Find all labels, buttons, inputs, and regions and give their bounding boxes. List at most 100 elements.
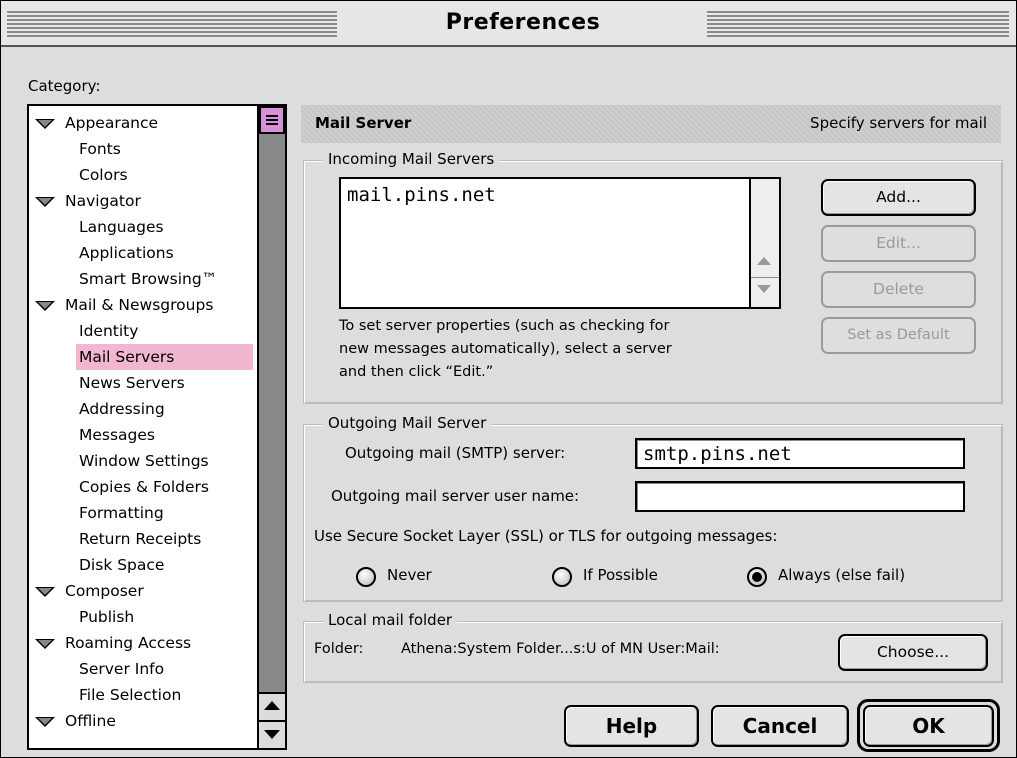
radio-always-label[interactable]: Always (else fail) xyxy=(778,566,905,584)
radio-always[interactable] xyxy=(747,567,767,587)
outgoing-legend: Outgoing Mail Server xyxy=(323,414,492,432)
title-bar[interactable]: Preferences xyxy=(1,1,1016,47)
category-item-label: Navigator xyxy=(65,192,141,210)
radio-if-possible[interactable] xyxy=(552,567,572,587)
smtp-server-field[interactable]: smtp.pins.net xyxy=(635,438,965,469)
category-item-label: News Servers xyxy=(79,374,185,392)
category-item-label: Window Settings xyxy=(79,452,209,470)
panel-subtitle: Specify servers for mail xyxy=(810,114,987,132)
radio-never-label[interactable]: Never xyxy=(387,566,432,584)
category-item[interactable]: Publish xyxy=(29,604,255,630)
category-item[interactable]: Messages xyxy=(29,422,255,448)
disclosure-triangle-icon[interactable] xyxy=(35,717,55,727)
incoming-help-line-2: new messages automatically), select a se… xyxy=(339,341,672,357)
category-item-label: Addressing xyxy=(79,400,165,418)
category-item-label: Composer xyxy=(65,582,144,600)
category-item[interactable]: News Servers xyxy=(29,370,255,396)
title-stripes-left xyxy=(7,9,337,37)
category-item[interactable]: Mail & Newsgroups xyxy=(29,292,255,318)
category-item[interactable]: Window Settings xyxy=(29,448,255,474)
category-item[interactable]: Formatting xyxy=(29,500,255,526)
category-item[interactable]: Disk Space xyxy=(29,552,255,578)
category-item[interactable]: Mail Servers xyxy=(29,344,255,370)
incoming-help-line-1: To set server properties (such as checki… xyxy=(339,318,670,334)
category-item-label: Appearance xyxy=(65,114,159,132)
category-item[interactable]: Composer xyxy=(29,578,255,604)
arrow-down-icon xyxy=(264,730,280,739)
folder-path: Athena:System Folder...s:U of MN User:Ma… xyxy=(401,641,720,657)
incoming-legend: Incoming Mail Servers xyxy=(323,150,500,168)
server-list-item[interactable]: mail.pins.net xyxy=(347,184,496,206)
category-item-label: Applications xyxy=(79,244,174,262)
category-item[interactable]: Copies & Folders xyxy=(29,474,255,500)
disclosure-triangle-icon[interactable] xyxy=(35,119,55,129)
category-item-label: Messages xyxy=(79,426,156,444)
category-item-label: Publish xyxy=(79,608,135,626)
category-item-label: Roaming Access xyxy=(65,634,192,652)
category-item[interactable]: Return Receipts xyxy=(29,526,255,552)
category-items: Appearance Fonts Colors Navigator Languages A… xyxy=(29,110,255,734)
category-item[interactable]: Smart Browsing™ xyxy=(29,266,255,292)
preferences-window: Preferences Category: Appearance Fonts Col… xyxy=(0,0,1017,758)
disclosure-triangle-icon[interactable] xyxy=(35,587,55,597)
scroll-thumb[interactable] xyxy=(259,106,285,134)
disclosure-triangle-icon[interactable] xyxy=(35,639,55,649)
category-item-label: Mail & Newsgroups xyxy=(65,296,214,314)
category-item[interactable]: File Selection xyxy=(29,682,255,708)
category-item[interactable]: Identity xyxy=(29,318,255,344)
smtp-label: Outgoing mail (SMTP) server: xyxy=(345,444,566,462)
panel-title: Mail Server xyxy=(315,114,412,132)
category-item-label: Disk Space xyxy=(79,556,165,574)
ssl-label: Use Secure Socket Layer (SSL) or TLS for… xyxy=(314,527,778,545)
category-item-label: Formatting xyxy=(79,504,164,522)
delete-button[interactable]: Delete xyxy=(821,271,976,308)
category-scrollbar[interactable] xyxy=(257,106,285,748)
category-item[interactable]: Offline xyxy=(29,708,255,734)
category-item-label: Languages xyxy=(79,218,164,236)
radio-if-possible-label[interactable]: If Possible xyxy=(583,566,658,584)
local-folder-legend: Local mail folder xyxy=(323,611,458,629)
category-item-label: Return Receipts xyxy=(79,530,202,548)
arrow-up-icon xyxy=(264,701,280,710)
category-label: Category: xyxy=(28,77,101,95)
category-item-label: Identity xyxy=(79,322,139,340)
category-item[interactable]: Colors xyxy=(29,162,255,188)
category-item[interactable]: Roaming Access xyxy=(29,630,255,656)
incoming-help-line-3: and then click “Edit.” xyxy=(339,364,494,380)
choose-folder-button[interactable]: Choose... xyxy=(838,634,988,671)
edit-button[interactable]: Edit... xyxy=(821,225,976,262)
arrow-down-icon[interactable] xyxy=(757,285,771,293)
category-item-label: Smart Browsing™ xyxy=(79,270,218,288)
category-item[interactable]: Appearance xyxy=(29,110,255,136)
category-item-label: Colors xyxy=(79,166,128,184)
add-button[interactable]: Add... xyxy=(821,179,976,216)
scroll-down-button[interactable] xyxy=(259,720,285,748)
title-stripes-right xyxy=(707,9,1009,37)
server-list-scrollbar[interactable] xyxy=(749,179,779,307)
category-item-label: Offline xyxy=(65,712,116,730)
folder-label: Folder: xyxy=(314,641,364,657)
cancel-button[interactable]: Cancel xyxy=(711,705,849,747)
incoming-server-list[interactable]: mail.pins.net xyxy=(339,177,781,309)
category-list[interactable]: Appearance Fonts Colors Navigator Languages A… xyxy=(27,104,287,750)
category-item-label: File Selection xyxy=(79,686,182,704)
set-default-button[interactable]: Set as Default xyxy=(821,317,976,354)
category-item[interactable]: Applications xyxy=(29,240,255,266)
category-item[interactable]: Navigator xyxy=(29,188,255,214)
category-item-label: Fonts xyxy=(79,140,121,158)
arrow-up-icon[interactable] xyxy=(757,257,771,265)
category-item[interactable]: Server Info xyxy=(29,656,255,682)
help-button[interactable]: Help xyxy=(564,705,699,747)
window-title: Preferences xyxy=(445,10,601,35)
scroll-up-button[interactable] xyxy=(259,692,285,720)
category-item-label: Mail Servers xyxy=(76,344,253,370)
category-item[interactable]: Fonts xyxy=(29,136,255,162)
user-name-label: Outgoing mail server user name: xyxy=(331,487,580,505)
ok-button[interactable]: OK xyxy=(863,705,994,747)
disclosure-triangle-icon[interactable] xyxy=(35,197,55,207)
disclosure-triangle-icon[interactable] xyxy=(35,301,55,311)
category-item[interactable]: Languages xyxy=(29,214,255,240)
radio-never[interactable] xyxy=(356,567,376,587)
category-item[interactable]: Addressing xyxy=(29,396,255,422)
user-name-field[interactable] xyxy=(635,481,965,512)
